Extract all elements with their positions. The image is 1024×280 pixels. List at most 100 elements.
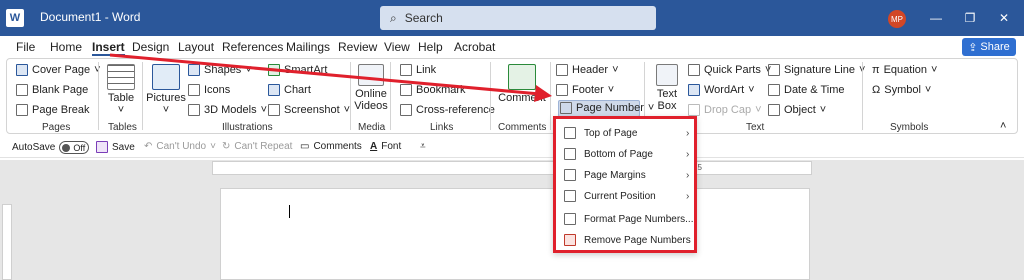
- tab-insert[interactable]: Insert: [92, 40, 125, 56]
- 3d-models-icon: [188, 104, 200, 116]
- pictures-button[interactable]: Pictures ˅: [146, 64, 186, 116]
- toggle-state: Off: [73, 142, 86, 153]
- menu-item-top-of-page[interactable]: Top of Page ›: [564, 127, 689, 139]
- undo-button[interactable]: ↶ Can't Undo ˅: [144, 141, 216, 152]
- footer-button[interactable]: Footer ˅: [556, 84, 614, 96]
- autosave-control[interactable]: AutoSave Off: [12, 141, 90, 154]
- save-label: Save: [112, 141, 135, 153]
- quick-parts-button[interactable]: Quick Parts ˅: [688, 64, 771, 76]
- comment-button[interactable]: Comment: [496, 64, 548, 104]
- date-time-icon: [768, 84, 780, 96]
- signature-line-icon: [768, 64, 780, 76]
- icons-icon: [188, 84, 200, 96]
- wordart-button[interactable]: WordArt ˅: [688, 84, 755, 96]
- 3d-models-label: 3D Models: [204, 104, 257, 116]
- bookmark-icon: [400, 84, 412, 96]
- online-videos-button[interactable]: Online Videos: [354, 64, 388, 112]
- 3d-models-button[interactable]: 3D Models ˅: [188, 104, 267, 116]
- shapes-button[interactable]: Shapes ˅: [188, 64, 252, 76]
- quick-parts-icon: [688, 64, 700, 76]
- cross-reference-button[interactable]: Cross-reference: [400, 104, 495, 116]
- text-box-label-2: Box: [657, 100, 677, 112]
- link-icon: [400, 64, 412, 76]
- smartart-button[interactable]: SmartArt: [268, 64, 327, 76]
- wordart-label: WordArt: [704, 84, 745, 96]
- object-button[interactable]: Object ˅: [768, 104, 826, 116]
- close-button[interactable]: ✕: [994, 10, 1014, 26]
- icons-button[interactable]: Icons: [188, 84, 230, 96]
- comments-button[interactable]: ▭ Comments: [300, 141, 362, 152]
- chevron-right-icon: ›: [686, 148, 690, 160]
- group-label-tables: Tables: [108, 122, 137, 133]
- divider: [490, 62, 491, 130]
- restore-button[interactable]: ❐: [960, 10, 980, 26]
- chevron-down-icon: ˅: [260, 104, 268, 116]
- menu-item-label: Top of Page: [584, 127, 638, 139]
- share-button[interactable]: ⇪ Share: [962, 38, 1016, 56]
- cover-page-button[interactable]: Cover Page˅: [16, 64, 101, 76]
- table-button[interactable]: Table ˅: [104, 64, 138, 116]
- screenshot-button[interactable]: Screenshot ˅: [268, 104, 350, 116]
- menu-item-current-position[interactable]: Current Position ›: [564, 190, 689, 202]
- menu-item-format-page-numbers[interactable]: Format Page Numbers...: [564, 213, 693, 225]
- signature-line-button[interactable]: Signature Line˅: [768, 64, 865, 76]
- comment-icon: [508, 64, 536, 90]
- footer-label: Footer: [572, 84, 604, 96]
- horizontal-ruler[interactable]: 15: [212, 161, 812, 175]
- symbol-button[interactable]: Ω Symbol ˅: [872, 84, 931, 96]
- avatar[interactable]: MP: [888, 10, 906, 28]
- tab-file[interactable]: File: [16, 40, 35, 54]
- tab-help[interactable]: Help: [418, 40, 443, 54]
- menu-item-remove-page-numbers[interactable]: Remove Page Numbers: [564, 234, 691, 246]
- font-label: Font: [381, 141, 402, 152]
- repeat-icon: ↻: [222, 141, 231, 152]
- tab-design[interactable]: Design: [132, 40, 169, 54]
- blank-page-button[interactable]: Blank Page: [16, 84, 88, 96]
- text-box-button[interactable]: Text Box: [650, 64, 684, 112]
- header-button[interactable]: Header ˅: [556, 64, 619, 76]
- screenshot-label: Screenshot: [284, 104, 340, 116]
- blank-page-icon: [16, 84, 28, 96]
- menu-item-bottom-of-page[interactable]: Bottom of Page ›: [564, 148, 689, 160]
- tab-view[interactable]: View: [384, 40, 410, 54]
- footer-icon: [556, 84, 568, 96]
- search-box[interactable]: ⌕ Search: [380, 6, 656, 30]
- menu-item-page-margins[interactable]: Page Margins ›: [564, 169, 689, 181]
- tab-layout[interactable]: Layout: [178, 40, 214, 54]
- minimize-button[interactable]: —: [926, 10, 946, 26]
- menu-item-label: Remove Page Numbers: [584, 234, 691, 246]
- tab-mailings[interactable]: Mailings: [286, 40, 330, 54]
- text-box-icon: [656, 64, 678, 86]
- online-videos-label-2: Videos: [354, 100, 388, 112]
- tab-acrobat[interactable]: Acrobat: [454, 40, 495, 54]
- equation-button[interactable]: π Equation ˅: [872, 64, 937, 76]
- chevron-down-icon: ˅: [755, 104, 762, 116]
- chevron-down-icon: ˅: [117, 104, 125, 116]
- chart-button[interactable]: Chart: [268, 84, 311, 96]
- bookmark-button[interactable]: Bookmark: [400, 84, 466, 96]
- customize-qat-icon[interactable]: ⩡: [420, 141, 426, 152]
- drop-cap-button[interactable]: Drop Cap ˅: [688, 104, 762, 116]
- page-break-button[interactable]: Page Break: [16, 104, 89, 116]
- save-icon: [96, 141, 108, 153]
- tab-review[interactable]: Review: [338, 40, 377, 54]
- autosave-toggle[interactable]: Off: [59, 141, 90, 154]
- date-time-button[interactable]: Date & Time: [768, 84, 845, 96]
- chart-icon: [268, 84, 280, 96]
- current-position-icon: [564, 190, 576, 202]
- online-videos-label-1: Online: [355, 88, 387, 100]
- collapse-ribbon-icon[interactable]: ˄: [1000, 120, 1006, 132]
- tab-references[interactable]: References: [222, 40, 283, 54]
- repeat-button[interactable]: ↻ Can't Repeat: [222, 141, 292, 152]
- tab-home[interactable]: Home: [50, 40, 82, 54]
- save-button[interactable]: Save: [96, 141, 135, 153]
- page-number-button[interactable]: Page Number ˅: [560, 102, 654, 114]
- title-bar-icons: W: [6, 9, 24, 27]
- vertical-ruler[interactable]: [2, 204, 12, 280]
- page-number-menu: Top of Page › Bottom of Page › Page Margin…: [553, 116, 697, 253]
- font-button[interactable]: A Font: [370, 141, 401, 152]
- document-page[interactable]: [220, 188, 810, 280]
- document-title: Document1 - Word: [40, 10, 141, 24]
- link-button[interactable]: Link: [400, 64, 436, 76]
- icons-label: Icons: [204, 84, 231, 96]
